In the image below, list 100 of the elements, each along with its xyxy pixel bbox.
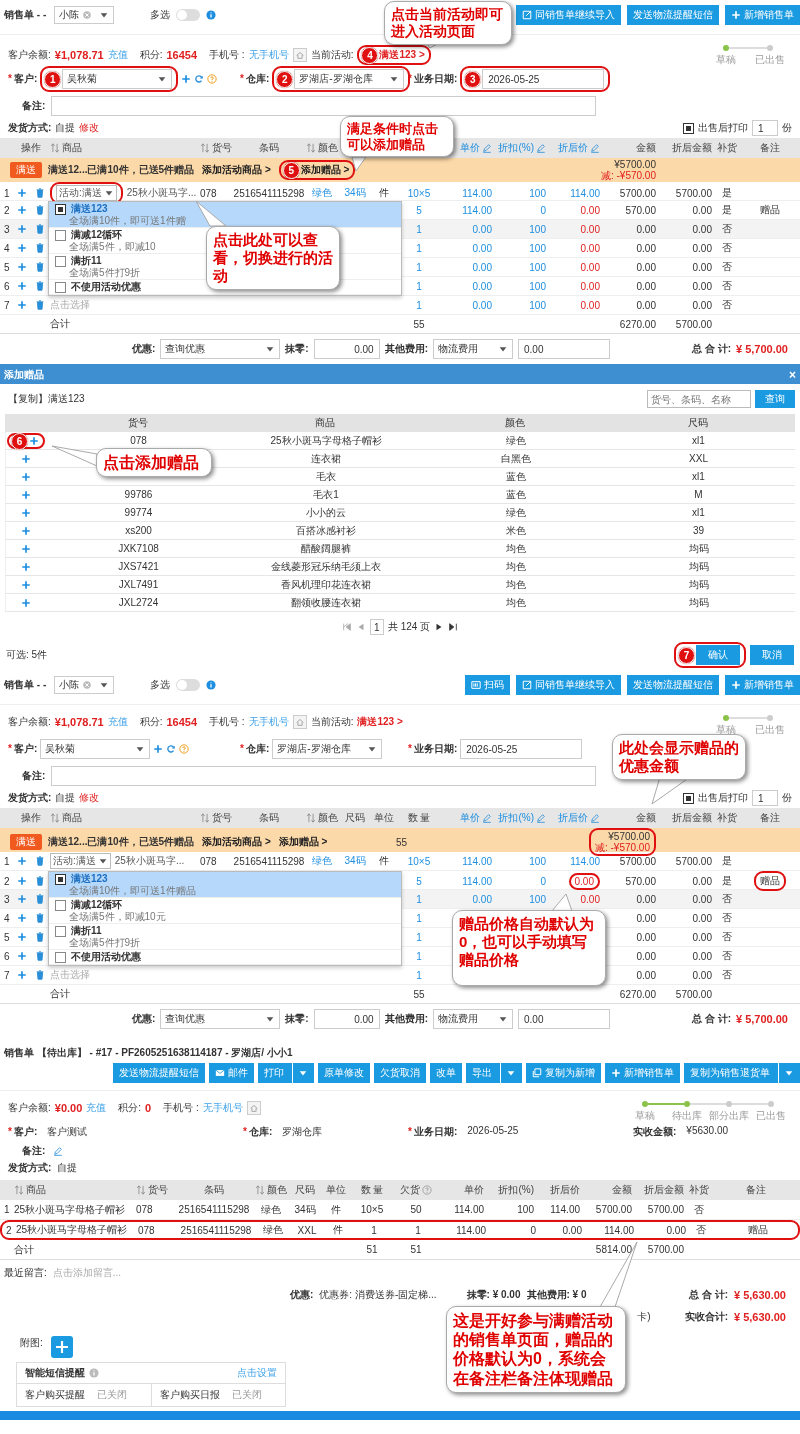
- discount-select[interactable]: 查询优惠: [160, 1009, 281, 1029]
- search-button[interactable]: 查询: [755, 390, 795, 408]
- plus-icon[interactable]: [21, 579, 31, 590]
- dropdown-option[interactable]: 不使用活动优惠: [49, 950, 401, 965]
- trash-icon[interactable]: [35, 262, 45, 272]
- table-cell[interactable]: 10×5: [407, 855, 431, 867]
- promotion-link[interactable]: 添加活动商品 >: [202, 163, 271, 177]
- plus-icon[interactable]: [29, 435, 39, 446]
- promotion-link[interactable]: 添加赠品 >: [300, 163, 350, 177]
- toolbar-button[interactable]: 改单: [430, 1063, 462, 1083]
- pencil-icon[interactable]: [53, 1146, 64, 1156]
- trash-icon[interactable]: [35, 224, 45, 234]
- table-cell[interactable]: 114.00: [570, 855, 600, 867]
- table-cell[interactable]: 100: [529, 299, 546, 311]
- plus-icon[interactable]: [17, 970, 27, 980]
- plus-icon[interactable]: [17, 951, 27, 961]
- help-icon[interactable]: [179, 744, 190, 754]
- clear-icon[interactable]: [82, 10, 93, 20]
- note-field[interactable]: [51, 96, 597, 116]
- product-picker[interactable]: 点击选择: [50, 298, 90, 312]
- toolbar-button[interactable]: 发送物流提醒短信: [627, 5, 719, 25]
- copies-field[interactable]: 1: [752, 790, 778, 806]
- table-cell[interactable]: 100: [529, 187, 546, 199]
- plus-icon[interactable]: [17, 894, 27, 904]
- plus-icon[interactable]: [21, 489, 31, 500]
- page-field[interactable]: 1: [369, 619, 384, 635]
- plus-icon[interactable]: [17, 262, 27, 272]
- trash-icon[interactable]: [35, 281, 45, 291]
- checkbox[interactable]: [55, 873, 66, 885]
- table-cell[interactable]: 100: [529, 261, 546, 273]
- toolbar-button[interactable]: 欠货取消: [374, 1063, 426, 1083]
- dropdown-option[interactable]: 满送123 全场满10件，即可送1件赠品: [49, 872, 401, 898]
- trash-icon[interactable]: [35, 856, 45, 866]
- table-cell[interactable]: 1: [416, 931, 422, 943]
- sort-icon[interactable]: [255, 1185, 265, 1195]
- table-cell[interactable]: 0.00: [580, 299, 600, 311]
- toolbar-button[interactable]: 新增销售单: [725, 5, 800, 25]
- toolbar-button[interactable]: 发送物流提醒短信: [627, 675, 719, 695]
- cancel-button[interactable]: 取消: [750, 645, 794, 665]
- table-cell[interactable]: 1: [416, 299, 422, 311]
- plus-icon[interactable]: [17, 876, 27, 886]
- pencil-icon[interactable]: [482, 143, 492, 153]
- plus-icon[interactable]: [21, 543, 31, 554]
- toolbar-button[interactable]: 同销售单继续导入: [516, 675, 621, 695]
- plus-icon[interactable]: [17, 205, 27, 215]
- toolbar-button[interactable]: 新增销售单: [725, 675, 800, 695]
- sort-icon[interactable]: [50, 813, 60, 823]
- dropdown-option[interactable]: 满送123 全场满10件，即可送1件赠: [49, 202, 401, 228]
- sort-icon[interactable]: [306, 813, 316, 823]
- table-cell[interactable]: 10×5: [407, 187, 431, 199]
- trash-icon[interactable]: [35, 913, 45, 923]
- toolbar-button[interactable]: 复制为新增: [526, 1063, 601, 1083]
- pencil-icon[interactable]: [536, 813, 546, 823]
- close-button[interactable]: ×: [789, 368, 796, 382]
- checkbox[interactable]: [55, 255, 66, 267]
- trash-icon[interactable]: [35, 188, 45, 198]
- refresh-icon[interactable]: [166, 744, 177, 754]
- fee-type-select[interactable]: 物流费用: [433, 339, 514, 359]
- promotion-link[interactable]: 添加活动商品 >: [202, 835, 271, 849]
- recharge-link[interactable]: 充值: [107, 48, 128, 62]
- table-cell[interactable]: 0.00: [472, 280, 492, 292]
- plus-icon[interactable]: [17, 932, 27, 942]
- plus-icon[interactable]: [181, 74, 192, 84]
- table-cell[interactable]: 0.00: [580, 223, 600, 235]
- salesperson-select[interactable]: 小陈: [54, 6, 115, 24]
- fee-field[interactable]: 0.00: [518, 1009, 611, 1029]
- checkbox[interactable]: [55, 281, 66, 293]
- dropdown-option[interactable]: 满减12循环 全场满5件，即减10元: [49, 898, 401, 924]
- clear-icon[interactable]: [82, 680, 93, 690]
- pencil-icon[interactable]: [536, 143, 546, 153]
- info-icon[interactable]: [206, 10, 217, 20]
- table-cell[interactable]: 0.00: [472, 223, 492, 235]
- plus-icon[interactable]: [21, 453, 31, 464]
- pencil-icon[interactable]: [590, 143, 600, 153]
- checkbox[interactable]: [683, 792, 694, 804]
- table-cell[interactable]: 5: [416, 204, 422, 216]
- trash-icon[interactable]: [35, 876, 45, 886]
- refresh-icon[interactable]: [194, 74, 205, 84]
- table-cell[interactable]: 1: [416, 912, 422, 924]
- table-cell[interactable]: 100: [529, 280, 546, 292]
- table-cell[interactable]: 114.00: [462, 187, 492, 199]
- plus-icon[interactable]: [21, 471, 31, 482]
- table-cell[interactable]: 114.00: [462, 204, 492, 216]
- fee-field[interactable]: 0.00: [518, 339, 611, 359]
- plus-icon[interactable]: [17, 856, 27, 866]
- plus-icon[interactable]: [17, 188, 27, 198]
- table-cell[interactable]: 1: [416, 261, 422, 273]
- edit-link[interactable]: 修改: [79, 791, 100, 805]
- sort-icon[interactable]: [50, 143, 60, 153]
- plus-icon[interactable]: [17, 300, 27, 310]
- fee-type-select[interactable]: 物流费用: [433, 1009, 514, 1029]
- table-cell[interactable]: 0.00: [580, 893, 600, 905]
- sort-icon[interactable]: [136, 1185, 146, 1195]
- toolbar-button[interactable]: 打印: [258, 1063, 314, 1083]
- copies-field[interactable]: 1: [752, 120, 778, 136]
- last-page-icon[interactable]: [448, 622, 459, 632]
- plus-icon[interactable]: [21, 507, 31, 518]
- table-cell[interactable]: 34码: [344, 186, 366, 200]
- table-cell[interactable]: 0: [540, 204, 546, 216]
- add-image-button[interactable]: [50, 1336, 73, 1358]
